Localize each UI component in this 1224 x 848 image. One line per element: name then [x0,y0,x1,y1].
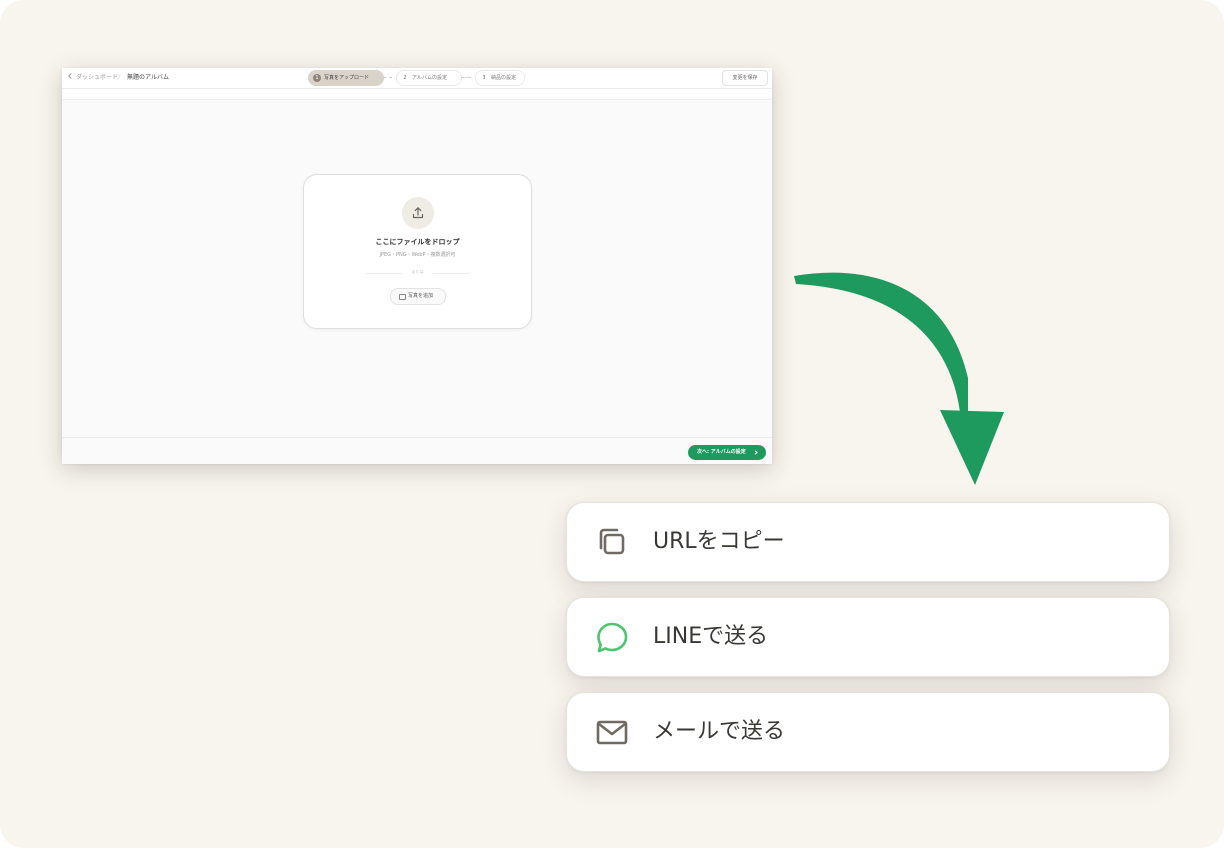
send-line-label: LINEで送る [653,624,769,649]
save-changes-button[interactable]: 変更を保存 [722,70,768,86]
sub-toolbar [62,89,772,100]
copy-url-option[interactable]: URLをコピー [566,502,1170,582]
step-album-settings[interactable]: 2 アルバムの設定 [396,70,462,86]
breadcrumb-current: 無題のアルバム [127,74,169,81]
chevron-left-icon [68,73,74,79]
step-connector [461,77,471,78]
next-button-label: 次へ: アルバムの設定 [697,449,746,455]
image-icon [399,294,406,300]
app-window-screenshot: ダッシュボード / 無題のアルバム 1 写真をアップロード 2 アルバムの設定 3納… [62,68,772,464]
top-bar: ダッシュボード / 無題のアルバム 1 写真をアップロード 2 アルバムの設定 3納… [62,68,772,89]
step-connector [378,77,392,78]
step-number: 1 [313,74,321,82]
breadcrumb-back-label: ダッシュボード [76,74,119,81]
divider [433,273,469,274]
add-photo-label: 写真を追加 [408,293,434,299]
dropzone-title: ここにファイルをドロップ [375,238,460,246]
breadcrumb-back-link[interactable]: ダッシュボード [68,68,119,88]
chat-bubble-icon [595,620,629,654]
curved-arrow-icon [794,272,1004,485]
illustration-canvas: ダッシュボード / 無題のアルバム 1 写真をアップロード 2 アルバムの設定 3納… [0,0,1224,848]
next-album-settings-button[interactable]: 次へ: アルバムの設定 [688,445,766,460]
dropzone-formats: JPEG・PNG・WebP・複数選択可 [379,252,456,258]
file-dropzone[interactable]: ここにファイルをドロップ JPEG・PNG・WebP・複数選択可 または 写真を… [303,174,532,329]
step-number: 2 [403,75,407,81]
copy-url-label: URLをコピー [653,529,785,554]
upload-icon [402,197,434,229]
chevron-right-icon [753,450,758,455]
step-label: 納品の設定 [491,75,517,81]
step-upload-photos[interactable]: 1 写真をアップロード [308,70,384,86]
breadcrumb-separator: / [118,74,121,81]
send-mail-label: メールで送る [653,719,786,744]
step-label: 写真をアップロード [324,75,370,81]
add-photo-button[interactable]: 写真を追加 [390,288,446,305]
dropzone-or-text: または [411,269,424,274]
step-label: アルバムの設定 [412,75,447,81]
step-number: 3 [482,75,486,81]
send-mail-option[interactable]: メールで送る [566,692,1170,772]
step-delivery-settings[interactable]: 3 納品の設定 [475,70,525,86]
footer-bar: 次へ: アルバムの設定 [62,437,772,464]
send-line-option[interactable]: LINEで送る [566,597,1170,677]
copy-icon [595,525,629,559]
mail-icon [595,715,629,749]
